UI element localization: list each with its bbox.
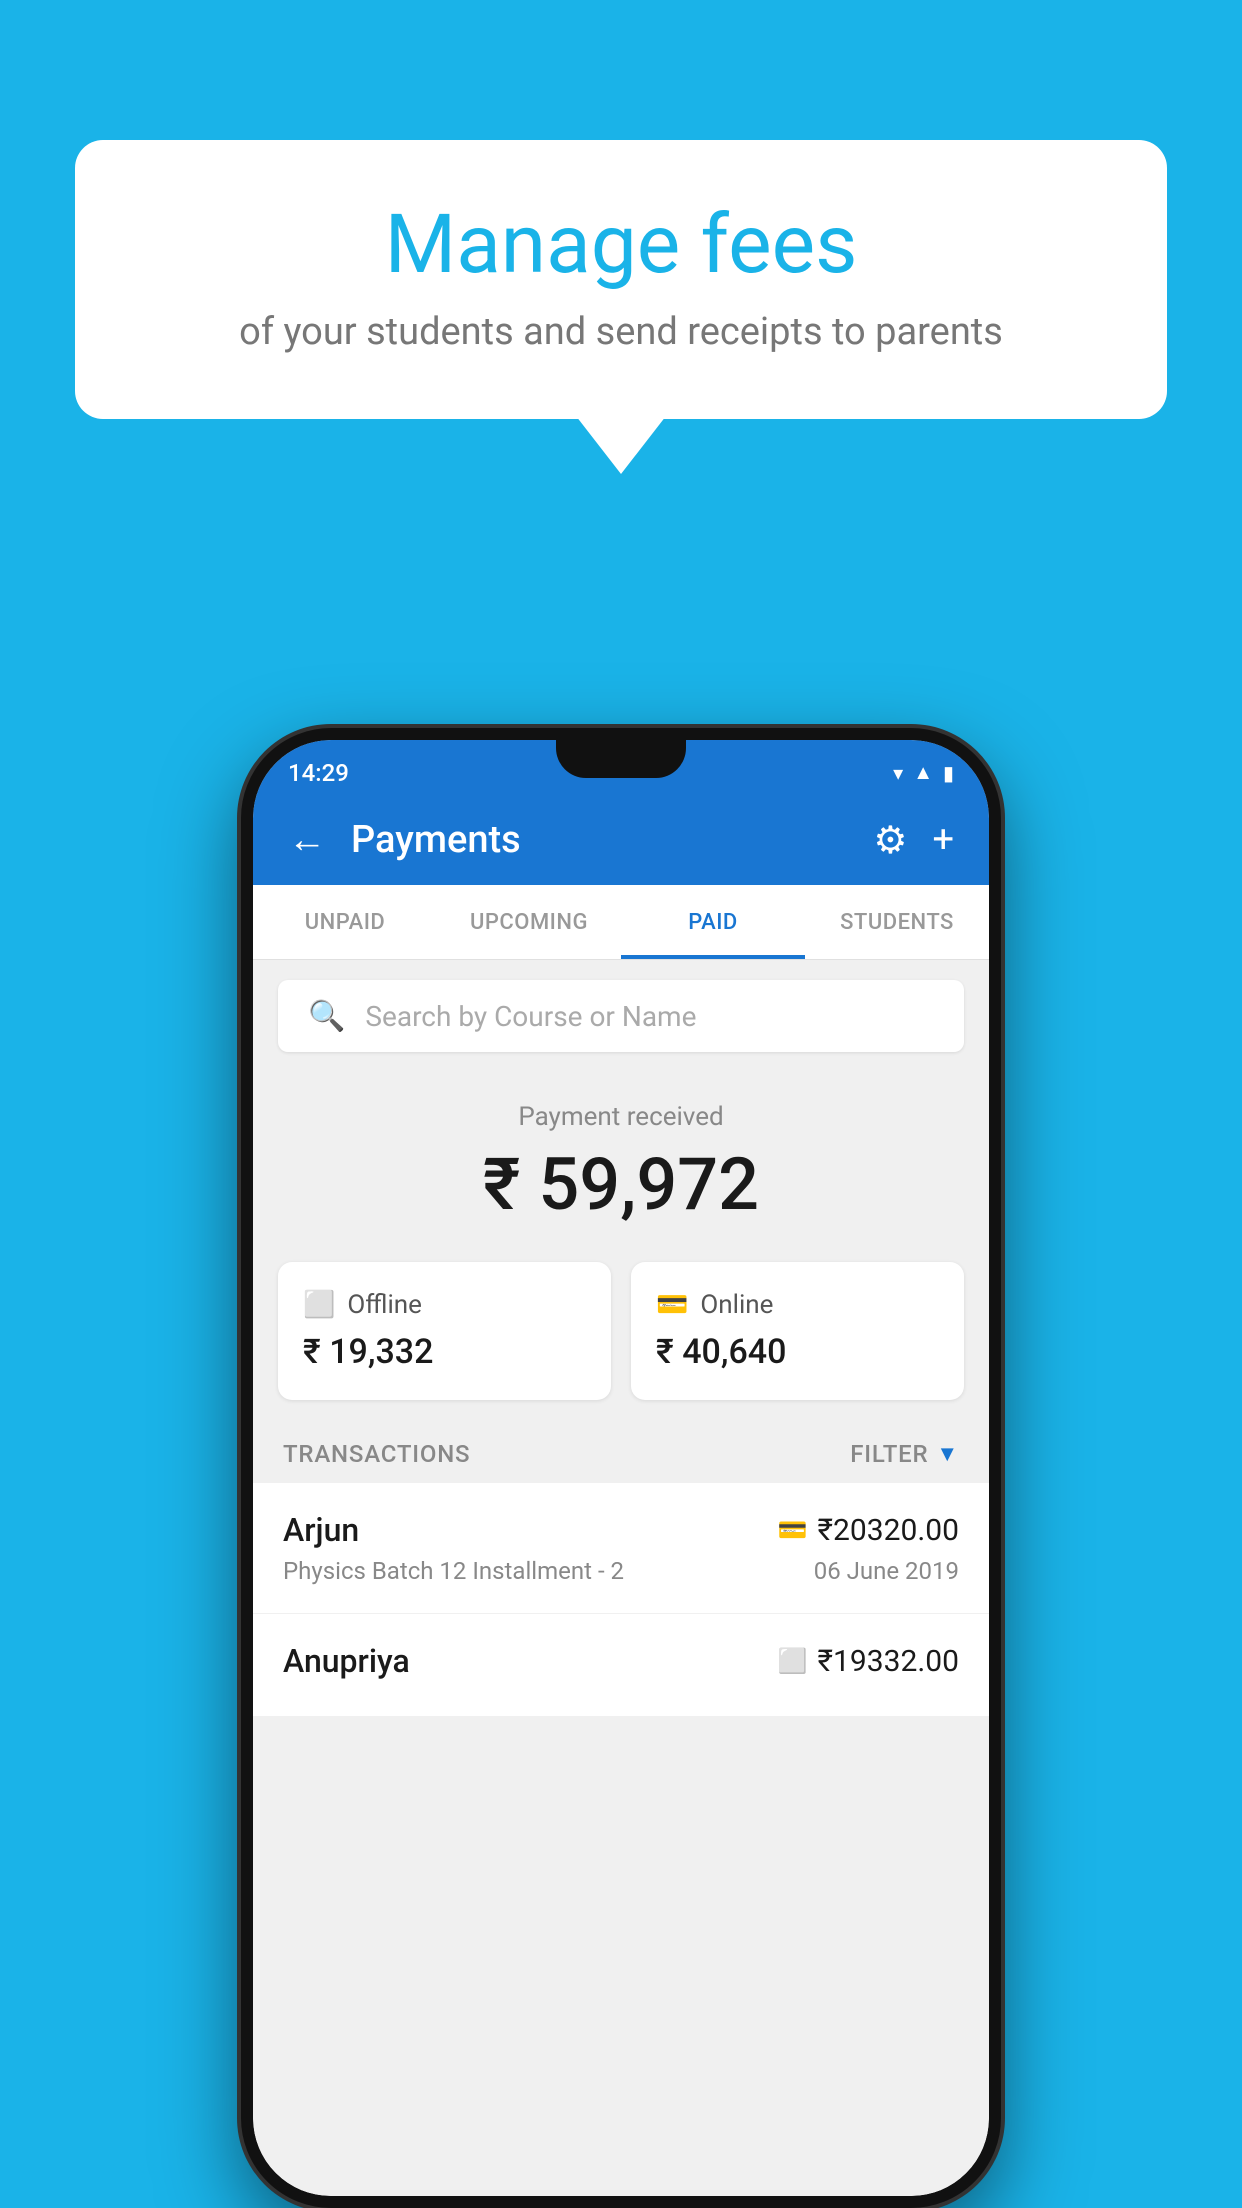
add-button[interactable]: + [932,818,954,862]
search-icon: 🔍 [308,999,345,1034]
app-bar-title: Payments [351,818,848,862]
transactions-label: TRANSACTIONS [283,1440,470,1468]
transaction-row-top-1: Arjun 💳 ₹20320.00 [283,1511,959,1549]
signal-icon: ▲ [913,760,933,785]
search-placeholder: Search by Course or Name [365,1000,696,1033]
payment-cards: ⬜ Offline ₹ 19,332 💳 Online ₹ 40,640 [278,1262,964,1400]
power-button [995,960,1001,1060]
transactions-header: TRANSACTIONS FILTER ▼ [253,1420,989,1483]
tabs-container: UNPAID UPCOMING PAID STUDENTS [253,885,989,960]
filter-label: FILTER [850,1440,928,1468]
payment-total: ₹ 59,972 [273,1142,969,1227]
tab-unpaid[interactable]: UNPAID [253,885,437,959]
bubble-subtitle: of your students and send receipts to pa… [145,310,1097,354]
transaction-row-bottom-1: Physics Batch 12 Installment - 2 06 June… [283,1557,959,1585]
settings-icon[interactable]: ⚙ [873,818,907,863]
volume-down-button [241,1010,247,1080]
transaction-amount-wrap-2: ⬜ ₹19332.00 [778,1644,959,1679]
transaction-amount-1: ₹20320.00 [818,1513,959,1548]
transaction-date-1: 06 June 2019 [814,1557,959,1585]
transaction-course-1: Physics Batch 12 Installment - 2 [283,1557,624,1585]
payment-summary: Payment received ₹ 59,972 [253,1072,989,1252]
transaction-name-1: Arjun [283,1511,359,1549]
transaction-amount-2: ₹19332.00 [818,1644,959,1679]
filter-button[interactable]: FILTER ▼ [850,1440,959,1468]
table-row[interactable]: Arjun 💳 ₹20320.00 Physics Batch 12 Insta… [253,1483,989,1614]
online-card: 💳 Online ₹ 40,640 [631,1262,964,1400]
offline-card-header: ⬜ Offline [303,1290,586,1320]
volume-up-button [241,920,247,990]
bubble-title: Manage fees [145,200,1097,290]
content-area: 🔍 Search by Course or Name Payment recei… [253,960,989,2196]
payment-received-label: Payment received [273,1102,969,1132]
wifi-icon: ▾ [893,761,903,785]
phone-notch [556,740,686,778]
transaction-amount-wrap-1: 💳 ₹20320.00 [778,1513,959,1548]
back-button[interactable]: ← [288,818,326,862]
app-bar-icons: ⚙ + [873,818,954,863]
tab-upcoming[interactable]: UPCOMING [437,885,621,959]
app-bar: ← Payments ⚙ + [253,795,989,885]
offline-card: ⬜ Offline ₹ 19,332 [278,1262,611,1400]
transaction-row-top-2: Anupriya ⬜ ₹19332.00 [283,1642,959,1680]
online-label: Online [700,1290,773,1320]
transaction-name-2: Anupriya [283,1642,410,1680]
tab-paid[interactable]: PAID [621,885,805,959]
phone-frame: 14:29 ▾ ▲ ▮ ← Payments ⚙ + UNPAID [241,728,1001,2208]
transaction-type-icon-2: ⬜ [778,1647,808,1675]
phone-screen: 14:29 ▾ ▲ ▮ ← Payments ⚙ + UNPAID [253,740,989,2196]
offline-label: Offline [347,1290,422,1320]
speech-bubble: Manage fees of your students and send re… [75,140,1167,419]
speech-bubble-container: Manage fees of your students and send re… [75,140,1167,419]
offline-icon: ⬜ [303,1290,335,1320]
phone-device: 14:29 ▾ ▲ ▮ ← Payments ⚙ + UNPAID [241,728,1001,2208]
table-row[interactable]: Anupriya ⬜ ₹19332.00 [253,1614,989,1717]
filter-icon: ▼ [936,1441,959,1467]
battery-icon: ▮ [943,761,954,785]
transaction-type-icon-1: 💳 [778,1516,808,1544]
offline-amount: ₹ 19,332 [303,1332,586,1372]
search-bar[interactable]: 🔍 Search by Course or Name [278,980,964,1052]
online-card-header: 💳 Online [656,1290,939,1320]
transaction-list: Arjun 💳 ₹20320.00 Physics Batch 12 Insta… [253,1483,989,1717]
status-time: 14:29 [288,759,349,787]
status-icons: ▾ ▲ ▮ [893,760,954,785]
tab-students[interactable]: STUDENTS [805,885,989,959]
online-icon: 💳 [656,1290,688,1320]
online-amount: ₹ 40,640 [656,1332,939,1372]
